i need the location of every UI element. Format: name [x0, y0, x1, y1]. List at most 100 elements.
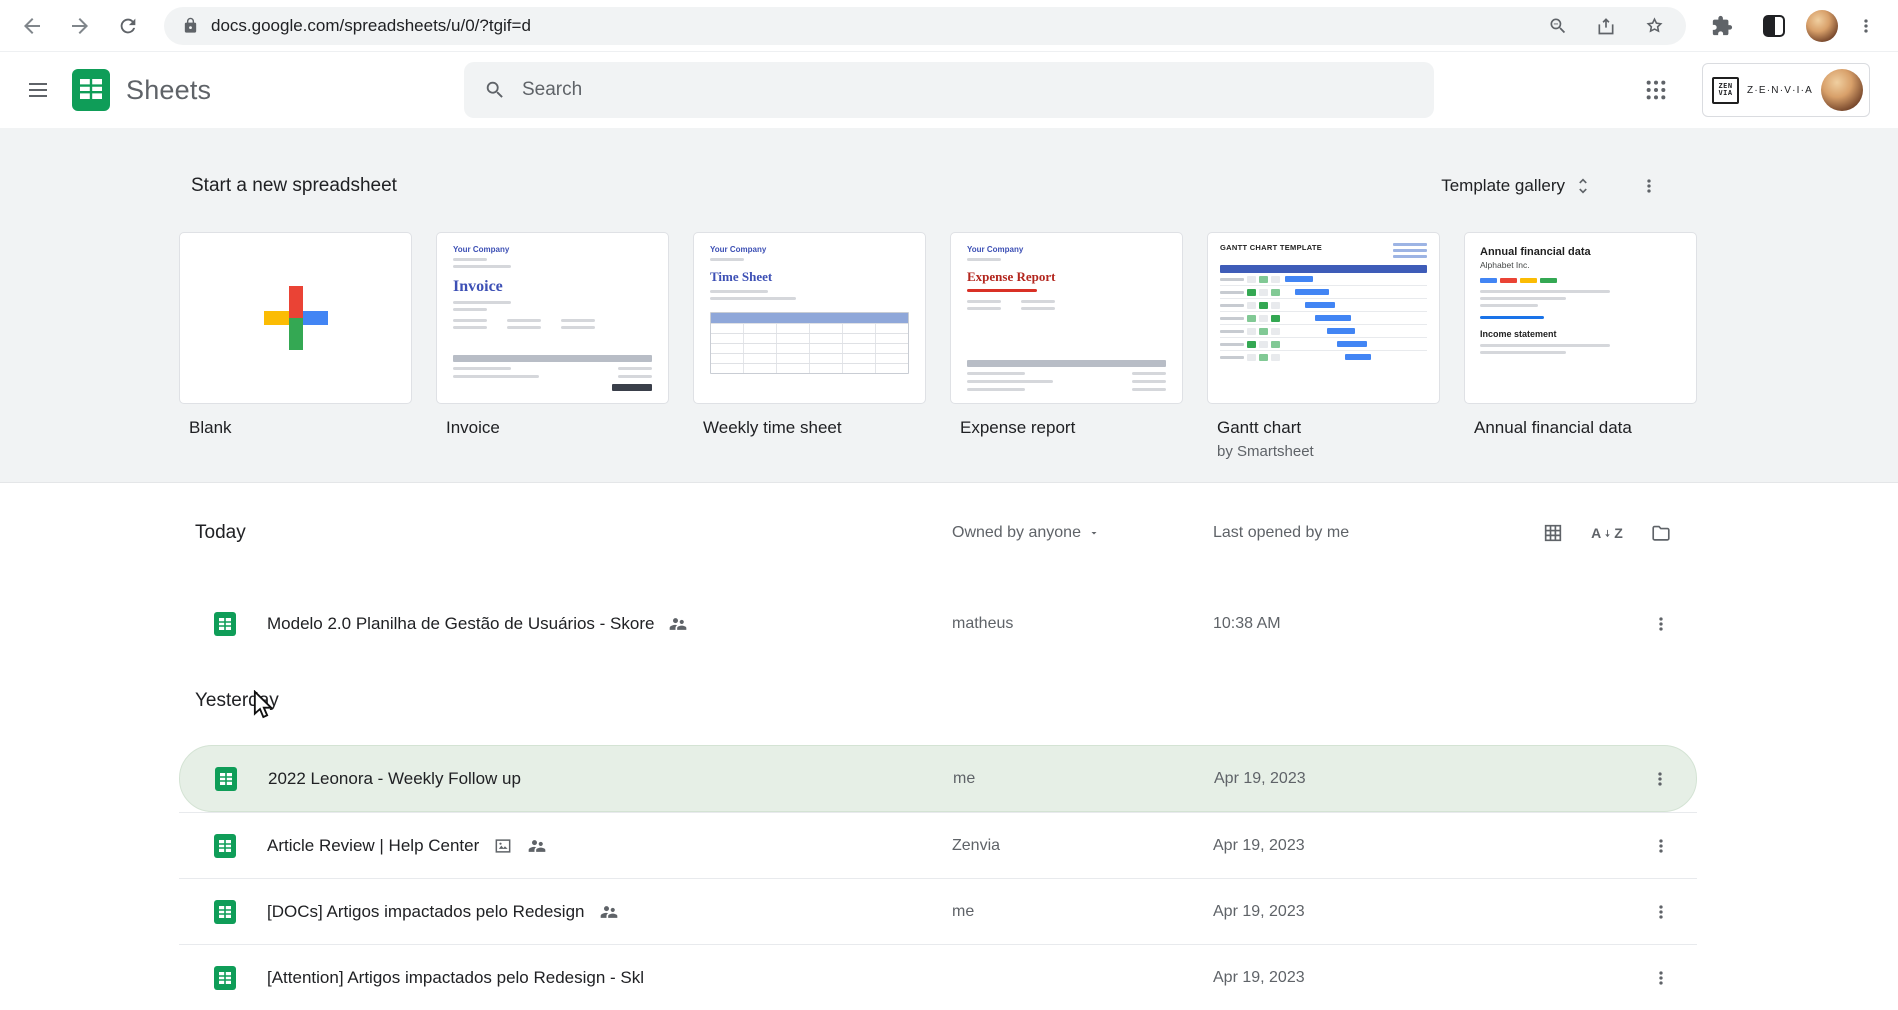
- browser-toolbar: docs.google.com/spreadsheets/u/0/?tgif=d: [0, 0, 1898, 52]
- sheets-file-icon: [212, 765, 268, 793]
- google-apps-button[interactable]: [1632, 66, 1680, 114]
- image-icon: [493, 836, 513, 856]
- zoom-icon: [1550, 18, 1566, 33]
- template-thumbnail-weekly-time-sheet[interactable]: Your Company Time Sheet: [693, 232, 926, 404]
- side-panel-icon: [1763, 14, 1785, 37]
- zenvia-logo-icon: ZEN VIA: [1712, 76, 1740, 104]
- template-label: Invoice: [446, 418, 500, 437]
- template-card-annual-financial-data: Annual financial data Alphabet Inc. Inco…: [1464, 232, 1697, 460]
- template-label: Weekly time sheet: [703, 418, 842, 437]
- file-last-opened: 10:38 AM: [1213, 615, 1281, 632]
- folder-icon: [1652, 525, 1670, 541]
- lock-icon: [184, 17, 197, 33]
- main-menu-button[interactable]: [12, 64, 64, 116]
- caret-down-icon: [1091, 532, 1097, 535]
- kebab-icon: [1864, 18, 1868, 33]
- file-owner: matheus: [952, 615, 1014, 632]
- puzzle-icon: [1712, 15, 1733, 35]
- template-label: Blank: [189, 418, 232, 437]
- app-title: Sheets: [126, 74, 212, 105]
- template-gallery-button[interactable]: Template gallery: [1431, 168, 1603, 204]
- shared-people-icon: [599, 902, 619, 922]
- back-button[interactable]: [12, 6, 52, 46]
- kebab-icon: [1658, 771, 1662, 786]
- apps-grid-icon: [1646, 80, 1666, 100]
- share-button[interactable]: [1592, 12, 1620, 40]
- template-thumbnail-annual-financial-data[interactable]: Annual financial data Alphabet Inc. Inco…: [1464, 232, 1697, 404]
- file-menu-button[interactable]: [1641, 604, 1681, 644]
- bookmark-star-button[interactable]: [1640, 12, 1668, 40]
- sheets-file-icon: [211, 832, 267, 860]
- kebab-icon: [1659, 904, 1663, 919]
- file-menu-button[interactable]: [1641, 826, 1681, 866]
- file-last-opened: Apr 19, 2023: [1213, 902, 1305, 920]
- owned-by-anyone-dropdown[interactable]: Owned by anyone: [952, 524, 1213, 542]
- address-bar[interactable]: docs.google.com/spreadsheets/u/0/?tgif=d: [164, 6, 1686, 45]
- template-thumbnail-invoice[interactable]: Your Company Invoice: [436, 232, 669, 404]
- template-card-weekly-time-sheet: Your Company Time Sheet Weekly time shee…: [693, 232, 926, 460]
- share-icon: [1598, 17, 1614, 34]
- app-header: Sheets ZEN VIA Z·E·N·V·I·A: [0, 52, 1898, 128]
- refresh-icon: [120, 18, 136, 33]
- sort-button[interactable]: AZ: [1587, 513, 1627, 553]
- template-card-blank: Blank: [179, 232, 412, 460]
- open-file-picker-button[interactable]: [1641, 513, 1681, 553]
- workspace-brand-badge: ZEN VIA Z·E·N·V·I·A: [1702, 63, 1870, 117]
- file-row[interactable]: Article Review | Help Center Zenvia Apr …: [179, 812, 1697, 878]
- file-menu-button[interactable]: [1641, 892, 1681, 932]
- template-thumbnail-expense-report[interactable]: Your Company Expense Report: [950, 232, 1183, 404]
- templates-heading: Start a new spreadsheet: [191, 175, 397, 196]
- search-input[interactable]: [522, 79, 1414, 101]
- file-row[interactable]: 2022 Leonora - Weekly Follow up me Apr 1…: [179, 745, 1697, 812]
- file-row[interactable]: [DOCs] Artigos impactados pelo Redesign …: [179, 878, 1697, 944]
- star-icon: [1645, 17, 1663, 33]
- templates-more-button[interactable]: [1629, 166, 1669, 206]
- file-last-opened: Apr 19, 2023: [1213, 968, 1305, 986]
- sheets-file-icon: [211, 898, 267, 926]
- zoom-button[interactable]: [1544, 12, 1572, 40]
- forward-icon: [72, 17, 88, 34]
- mini-table: [710, 312, 909, 374]
- template-sublabel: by Smartsheet: [1217, 443, 1314, 460]
- group-heading-yesterday: Yesterday: [195, 690, 279, 711]
- template-card-gantt-chart: GANTT CHART TEMPLATE Gantt chart by Smar…: [1207, 232, 1440, 460]
- forward-button[interactable]: [60, 6, 100, 46]
- file-row[interactable]: [Attention] Artigos impactados pelo Rede…: [179, 944, 1697, 1010]
- unfold-more-icon: [1579, 178, 1587, 194]
- browser-profile-avatar[interactable]: [1806, 9, 1838, 42]
- hamburger-icon: [29, 83, 47, 97]
- file-owner: me: [952, 902, 975, 920]
- kebab-icon: [1659, 970, 1663, 985]
- sheets-logo[interactable]: [68, 67, 114, 113]
- account-avatar[interactable]: [1821, 69, 1863, 111]
- kebab-icon: [1659, 617, 1663, 631]
- pinned-extension-button[interactable]: [1754, 6, 1794, 46]
- file-last-opened: Apr 19, 2023: [1214, 769, 1306, 787]
- refresh-button[interactable]: [108, 6, 148, 46]
- file-name: Article Review | Help Center: [267, 835, 480, 855]
- file-menu-button[interactable]: [1640, 759, 1680, 799]
- decorative-color-strips: [1480, 278, 1681, 283]
- file-owner: me: [953, 769, 976, 787]
- file-name: [DOCs] Artigos impactados pelo Redesign: [267, 901, 585, 921]
- shared-people-icon: [527, 836, 547, 856]
- kebab-icon: [1659, 838, 1663, 853]
- file-row[interactable]: Modelo 2.0 Planilha de Gestão de Usuário…: [179, 591, 1697, 657]
- search-bar[interactable]: [464, 62, 1434, 118]
- extensions-button[interactable]: [1702, 6, 1742, 46]
- grid-view-button[interactable]: [1533, 513, 1573, 553]
- shared-people-icon: [668, 614, 688, 634]
- template-label: Expense report: [960, 418, 1076, 437]
- template-thumbnail-gantt-chart[interactable]: GANTT CHART TEMPLATE: [1207, 232, 1440, 404]
- file-menu-button[interactable]: [1641, 958, 1681, 998]
- template-card-invoice: Your Company Invoice Invoice: [436, 232, 669, 460]
- brand-text: Z·E·N·V·I·A: [1747, 84, 1813, 96]
- kebab-icon: [1647, 179, 1651, 193]
- template-card-expense-report: Your Company Expense Report Expense repo…: [950, 232, 1183, 460]
- last-opened-column-label[interactable]: Last opened by me: [1213, 524, 1349, 542]
- new-blank-plus-icon: [263, 286, 328, 350]
- url-text: docs.google.com/spreadsheets/u/0/?tgif=d: [211, 15, 531, 35]
- template-thumbnail-blank[interactable]: [179, 232, 412, 404]
- sheets-logo-icon: [72, 69, 110, 111]
- browser-menu-button[interactable]: [1850, 6, 1882, 46]
